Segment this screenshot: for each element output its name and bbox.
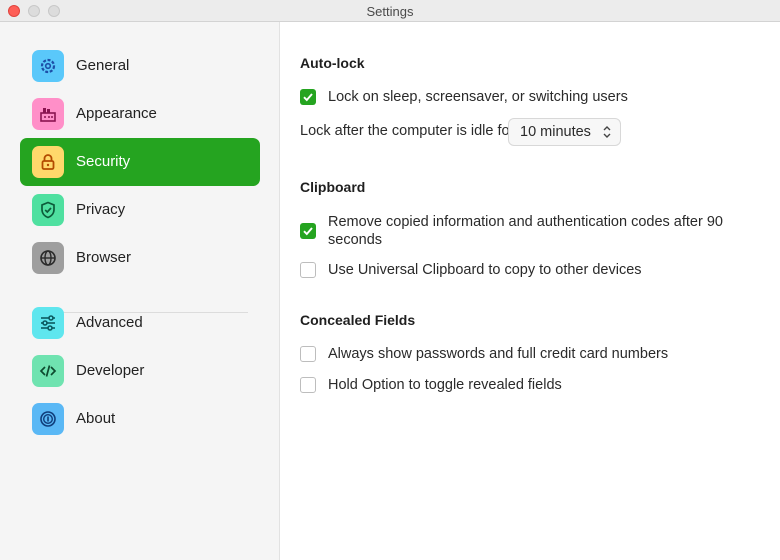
sidebar-item-security[interactable]: Security — [20, 138, 260, 186]
sidebar-item-label: About — [76, 410, 116, 427]
title-bar: Settings — [0, 0, 780, 22]
palette-icon — [32, 98, 64, 130]
sidebar-item-browser[interactable]: Browser — [20, 234, 260, 282]
remove-copied-label: Remove copied information and authentica… — [328, 214, 723, 230]
shield-icon — [32, 194, 64, 226]
remove-copied-checkbox[interactable] — [300, 223, 316, 239]
lock-on-sleep-option: Lock on sleep, screensaver, or switching… — [300, 88, 760, 106]
always-show-checkbox[interactable] — [300, 346, 316, 362]
idle-label: Lock after the computer is idle for — [300, 123, 515, 139]
sidebar-item-label: Advanced — [76, 314, 143, 331]
globe-icon — [32, 242, 64, 274]
sidebar-item-general[interactable]: General — [20, 42, 260, 90]
always-show-option: Always show passwords and full credit ca… — [300, 345, 760, 363]
universal-clipboard-option: Use Universal Clipboard to copy to other… — [300, 261, 760, 279]
idle-duration-value: 10 minutes — [520, 124, 591, 140]
checkmark-icon — [303, 227, 313, 236]
sliders-icon — [32, 307, 64, 339]
autolock-section-title: Auto-lock — [300, 55, 365, 71]
hold-option-label: Hold Option to toggle revealed fields — [328, 377, 562, 393]
universal-clipboard-checkbox[interactable] — [300, 262, 316, 278]
concealed-fields-section-title: Concealed Fields — [300, 312, 416, 328]
checkmark-icon — [303, 93, 313, 102]
gear-icon — [32, 50, 64, 82]
sidebar-item-appearance[interactable]: Appearance — [20, 90, 260, 138]
always-show-label: Always show passwords and full credit ca… — [328, 346, 669, 362]
lock-on-sleep-label: Lock on sleep, screensaver, or switching… — [328, 89, 628, 105]
sidebar-item-label: Browser — [76, 249, 132, 266]
code-icon — [32, 355, 64, 387]
idle-duration-select[interactable]: 10 minutes — [508, 118, 621, 146]
hold-option-checkbox[interactable] — [300, 377, 316, 393]
sidebar: General Appearance Security Privacy Brow… — [0, 22, 280, 560]
chevron-up-down-icon — [603, 126, 611, 138]
security-settings-panel: Auto-lock Lock on sleep, screensaver, or… — [280, 22, 780, 560]
hold-option-option: Hold Option to toggle revealed fields — [300, 376, 760, 394]
sidebar-item-label: General — [76, 57, 130, 74]
info-icon — [32, 403, 64, 435]
sidebar-item-privacy[interactable]: Privacy — [20, 186, 260, 234]
sidebar-item-label: Privacy — [76, 201, 126, 218]
lock-icon — [32, 146, 64, 178]
sidebar-item-label: Developer — [76, 362, 145, 379]
universal-clipboard-label: Use Universal Clipboard to copy to other… — [328, 262, 642, 278]
lock-on-sleep-checkbox[interactable] — [300, 89, 316, 105]
clipboard-section-title: Clipboard — [300, 179, 366, 195]
remove-copied-option: Remove copied information and authentica… — [300, 213, 770, 249]
sidebar-item-label: Security — [76, 153, 131, 170]
sidebar-item-label: Appearance — [76, 105, 157, 122]
sidebar-item-developer[interactable]: Developer — [20, 347, 260, 395]
sidebar-item-advanced[interactable]: Advanced — [20, 299, 260, 347]
remove-copied-label-continued: seconds — [328, 232, 383, 248]
window-title: Settings — [366, 4, 414, 19]
sidebar-item-about[interactable]: About — [20, 395, 260, 443]
